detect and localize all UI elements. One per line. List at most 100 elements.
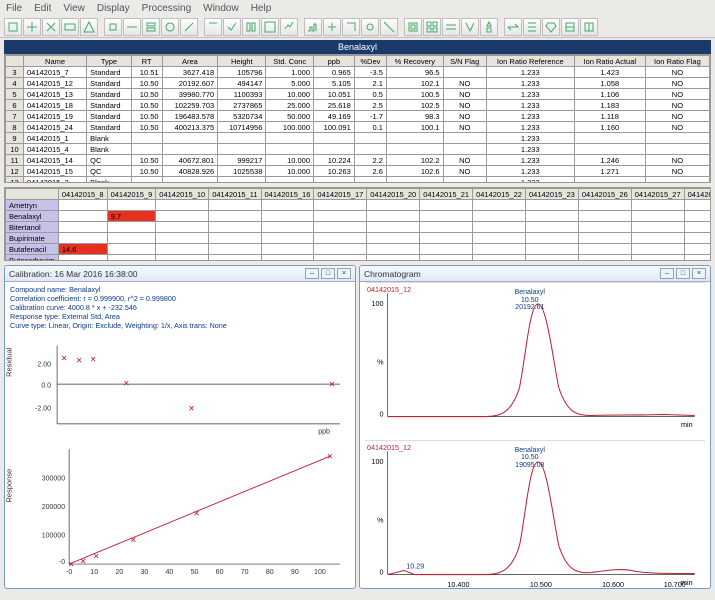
table-row[interactable]: 804142015_24Standard10.50400213.37510714… xyxy=(6,122,710,133)
table-row[interactable]: Ametryn xyxy=(6,200,712,211)
menu-display[interactable]: Display xyxy=(97,3,130,14)
toolbar-btn-6[interactable] xyxy=(123,18,141,36)
toolbar-btn-18[interactable] xyxy=(361,18,379,36)
peak-label: Benalaxyl10.5019095.08 xyxy=(515,447,545,470)
col-header[interactable]: Height xyxy=(218,56,266,67)
col-header[interactable]: Ion Ratio Flag xyxy=(645,56,709,67)
toolbar-btn-29[interactable] xyxy=(580,18,598,36)
col-header[interactable] xyxy=(6,189,59,200)
toolbar-btn-21[interactable] xyxy=(423,18,441,36)
menu-help[interactable]: Help xyxy=(251,3,272,14)
col-header[interactable]: 04142015_26 xyxy=(578,189,631,200)
toolbar-btn-13[interactable] xyxy=(261,18,279,36)
toolbar-btn-19[interactable] xyxy=(380,18,398,36)
minimize-icon[interactable]: – xyxy=(305,268,319,279)
toolbar-btn-1[interactable] xyxy=(23,18,41,36)
chromatogram-lower[interactable]: 04142015_12 Benalaxyl10.5019095.08 100 %… xyxy=(365,440,705,588)
toolbar-btn-24[interactable] xyxy=(480,18,498,36)
table-row[interactable]: 904142015_1Blank1.233 xyxy=(6,133,710,144)
table-row[interactable]: 604142015_18Standard10.50102259.70327378… xyxy=(6,100,710,111)
residual-plot[interactable]: Residual 2.00 0.0 -2.00 ppb xyxy=(29,335,350,440)
table-row[interactable]: 304142015_7Standard10.513627.4181057961.… xyxy=(6,67,710,78)
col-header[interactable]: 04142015_20 xyxy=(367,189,420,200)
table-row[interactable]: 1204142015_15QC10.5040828.926102553810.0… xyxy=(6,166,710,177)
col-header[interactable]: 04142015_10 xyxy=(156,189,209,200)
minimize-icon[interactable]: – xyxy=(660,268,674,279)
toolbar[interactable] xyxy=(0,16,715,38)
table-row[interactable]: Bitertanol xyxy=(6,222,712,233)
col-header[interactable]: Name xyxy=(24,56,87,67)
toolbar-btn-8[interactable] xyxy=(161,18,179,36)
col-header[interactable]: S/N Flag xyxy=(443,56,486,67)
close-icon[interactable]: × xyxy=(692,268,706,279)
toolbar-btn-16[interactable] xyxy=(323,18,341,36)
close-icon[interactable]: × xyxy=(337,268,351,279)
toolbar-btn-28[interactable] xyxy=(561,18,579,36)
col-header[interactable]: RT xyxy=(131,56,162,67)
table-row[interactable]: Butocarboxim xyxy=(6,255,712,262)
table-row[interactable]: 404142015_12Standard10.5020192.607494147… xyxy=(6,78,710,89)
toolbar-btn-17[interactable] xyxy=(342,18,360,36)
toolbar-btn-27[interactable] xyxy=(542,18,560,36)
table-row[interactable]: Butafenacil14.6 xyxy=(6,244,712,255)
table-row[interactable]: 504142015_13Standard10.5039980.770110039… xyxy=(6,89,710,100)
col-header[interactable]: Ion Ratio Reference xyxy=(486,56,574,67)
toolbar-btn-20[interactable] xyxy=(404,18,422,36)
toolbar-btn-2[interactable] xyxy=(42,18,60,36)
col-header[interactable]: 04142015_8 xyxy=(58,189,107,200)
results-table[interactable]: NameTypeRTAreaHeightStd. Concppb%Dev% Re… xyxy=(4,54,711,183)
calibration-panel[interactable]: Calibration: 16 Mar 2016 16:38:00 – □ × … xyxy=(4,265,356,589)
chromatogram-panel[interactable]: Chromatogram – □ × 04142015_12 Benalaxyl… xyxy=(359,265,711,589)
toolbar-btn-7[interactable] xyxy=(142,18,160,36)
col-header[interactable]: 04142015_9 xyxy=(107,189,156,200)
menubar[interactable]: File Edit View Display Processing Window Help xyxy=(0,0,715,16)
chromatogram-upper[interactable]: 04142015_12 Benalaxyl10.5020192.61 100 %… xyxy=(365,282,705,440)
toolbar-btn-4[interactable] xyxy=(80,18,98,36)
toolbar-btn-14[interactable] xyxy=(280,18,298,36)
col-header[interactable]: 04142015_16 xyxy=(261,189,314,200)
col-header[interactable]: % Recovery xyxy=(386,56,443,67)
toolbar-btn-23[interactable] xyxy=(461,18,479,36)
col-header[interactable]: Std. Conc xyxy=(266,56,314,67)
menu-processing[interactable]: Processing xyxy=(142,3,191,14)
table-row[interactable]: 1304142015_3Blank1.233 xyxy=(6,177,710,184)
col-header[interactable]: ppb xyxy=(314,56,355,67)
table-row[interactable]: Bupirimate xyxy=(6,233,712,244)
menu-file[interactable]: File xyxy=(6,3,22,14)
compound-matrix[interactable]: 04142015_804142015_904142015_1004142015_… xyxy=(4,187,711,261)
toolbar-btn-9[interactable] xyxy=(180,18,198,36)
toolbar-btn-11[interactable] xyxy=(223,18,241,36)
col-header[interactable]: 04142015_22 xyxy=(473,189,526,200)
menu-edit[interactable]: Edit xyxy=(34,3,51,14)
toolbar-btn-3[interactable] xyxy=(61,18,79,36)
menu-view[interactable]: View xyxy=(63,3,85,14)
col-header[interactable]: Type xyxy=(87,56,132,67)
toolbar-btn-10[interactable] xyxy=(204,18,222,36)
col-header[interactable]: 04142015_11 xyxy=(209,189,261,200)
col-header[interactable]: %Dev xyxy=(354,56,386,67)
toolbar-btn-0[interactable] xyxy=(4,18,22,36)
toolbar-btn-15[interactable] xyxy=(304,18,322,36)
table-row[interactable]: 1104142015_14QC10.5040672.80199921710.00… xyxy=(6,155,710,166)
toolbar-btn-5[interactable] xyxy=(104,18,122,36)
toolbar-btn-12[interactable] xyxy=(242,18,260,36)
col-header[interactable]: Ion Ratio Actual xyxy=(574,56,645,67)
toolbar-btn-26[interactable] xyxy=(523,18,541,36)
toolbar-btn-22[interactable] xyxy=(442,18,460,36)
response-plot[interactable]: Response 300000 200000 100000 -0 -0 10 2… xyxy=(29,444,350,586)
maximize-icon[interactable]: □ xyxy=(321,268,335,279)
col-header[interactable]: 04142015_23 xyxy=(525,189,578,200)
table-row[interactable]: Benalaxyl9.7 xyxy=(6,211,712,222)
col-header[interactable]: 04142015_17 xyxy=(314,189,367,200)
col-header[interactable]: 04142015_27 xyxy=(631,189,684,200)
table-row[interactable]: 1004142015_4Blank1.233 xyxy=(6,144,710,155)
svg-text:40: 40 xyxy=(166,569,174,576)
col-header[interactable] xyxy=(6,56,24,67)
table-row[interactable]: 704142015_19Standard10.50196483.57853207… xyxy=(6,111,710,122)
col-header[interactable]: 04142015_21 xyxy=(420,189,473,200)
col-header[interactable]: Area xyxy=(162,56,218,67)
col-header[interactable]: 04142015_28 xyxy=(684,189,711,200)
toolbar-btn-25[interactable] xyxy=(504,18,522,36)
maximize-icon[interactable]: □ xyxy=(676,268,690,279)
menu-window[interactable]: Window xyxy=(203,3,239,14)
